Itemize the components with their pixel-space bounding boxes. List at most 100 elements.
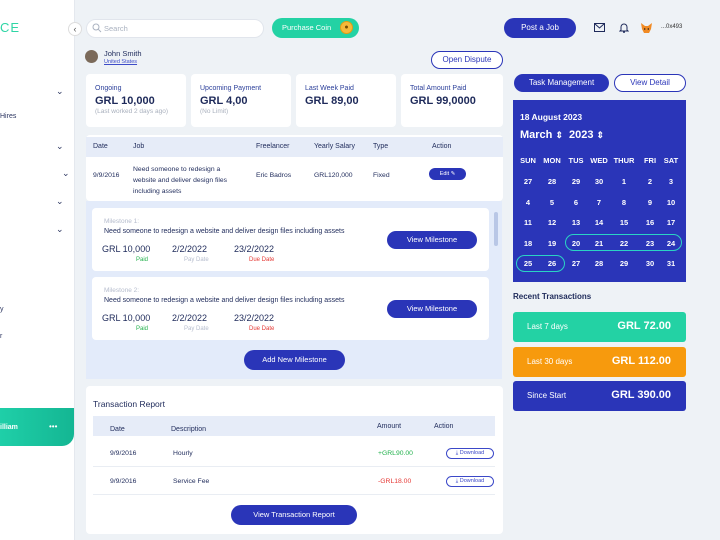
recent-card-7-days[interactable]: Last 7 days GRL 72.00	[513, 312, 686, 342]
due-date-label: Due Date	[249, 257, 275, 263]
calendar-day[interactable]: 4	[516, 198, 540, 207]
milestone-pay-date: 2/2/2022	[172, 313, 208, 323]
stat-value: GRL 4,00	[200, 95, 248, 107]
calendar-day[interactable]: 31	[659, 259, 683, 268]
purchase-coin-label: Purchase Coin	[282, 23, 332, 32]
view-milestone-button[interactable]: View Milestone	[387, 300, 477, 318]
calendar-day[interactable]: 5	[540, 198, 564, 207]
calendar-day[interactable]: 30	[587, 177, 611, 186]
pencil-icon: ✎	[450, 171, 456, 177]
user-name: illiam	[0, 424, 18, 431]
edit-button[interactable]: Edit ✎	[429, 168, 466, 180]
chevron-updown-icon: ⇕	[555, 130, 564, 140]
transaction-report-title: Transaction Report	[93, 399, 165, 409]
tx-description: Service Fee	[173, 478, 210, 485]
chevron-down-icon[interactable]: ⌄	[62, 168, 70, 179]
download-button[interactable]: ⤓ Download	[446, 476, 494, 487]
recent-card-30-days[interactable]: Last 30 days GRL 112.00	[513, 347, 686, 377]
calendar-day[interactable]: 12	[540, 218, 564, 227]
avatar	[85, 50, 98, 63]
calendar-day[interactable]: 15	[612, 218, 636, 227]
view-detail-button[interactable]: View Detail	[614, 74, 686, 92]
calendar-day[interactable]: 17	[659, 218, 683, 227]
calendar: 18 August 2023 March ⇕ 2023 ⇕ SUN MON TUS W…	[513, 100, 686, 282]
col-salary: Yearly Salary	[314, 143, 355, 150]
chevron-down-icon[interactable]: ⌄	[56, 86, 64, 97]
stat-label: Total Amount Paid	[410, 85, 467, 92]
milestone-amount: GRL 10,000	[102, 313, 151, 323]
calendar-day[interactable]: 3	[659, 177, 683, 186]
mail-icon[interactable]	[594, 23, 605, 32]
download-button[interactable]: ⤓ Download	[446, 448, 494, 459]
calendar-day[interactable]: 14	[587, 218, 611, 227]
calendar-day[interactable]: 13	[564, 218, 588, 227]
chevron-down-icon[interactable]: ⌄	[56, 141, 64, 152]
calendar-day[interactable]: 1	[612, 177, 636, 186]
calendar-day[interactable]: 29	[612, 259, 636, 268]
task-management-button[interactable]: Task Management	[514, 74, 609, 92]
view-transaction-report-button[interactable]: View Transaction Report	[231, 505, 357, 525]
table-row: 9/9/2016 Hourly +GRL90.00 ⤓ Download	[93, 442, 495, 467]
chevron-down-icon[interactable]: ⌄	[56, 224, 64, 235]
post-job-button[interactable]: Post a Job	[504, 18, 576, 38]
milestones-scrollbar[interactable]	[494, 212, 498, 246]
logo: CE	[0, 20, 21, 35]
search-icon	[92, 23, 102, 33]
calendar-month-select[interactable]: March ⇕	[520, 129, 563, 141]
milestone-title: Milestone 2:	[104, 287, 140, 294]
add-milestone-button[interactable]: Add New Milestone	[244, 350, 345, 370]
wallet-address[interactable]: ...0x493	[661, 24, 682, 30]
tx-date: 9/9/2016	[110, 478, 137, 485]
open-dispute-button[interactable]: Open Dispute	[431, 51, 503, 69]
milestone-card: Milestone 2: Need someone to redesign a …	[92, 277, 489, 340]
calendar-day[interactable]: 29	[564, 177, 588, 186]
recent-transactions-title: Recent Transactions	[513, 292, 592, 301]
chevron-down-icon[interactable]: ⌄	[56, 196, 64, 207]
stat-card-upcoming: Upcoming Payment GRL 4,00 (No Limit)	[191, 74, 291, 127]
col-action: Action	[434, 423, 454, 430]
date-range-highlight	[565, 234, 682, 251]
calendar-day[interactable]: 7	[587, 198, 611, 207]
view-milestone-button[interactable]: View Milestone	[387, 231, 477, 249]
calendar-day[interactable]: 19	[540, 239, 564, 248]
collapse-sidebar-icon[interactable]: ‹	[68, 22, 82, 36]
recent-amount: GRL 72.00	[617, 320, 671, 332]
more-icon[interactable]: •••	[49, 422, 57, 431]
calendar-day[interactable]: 27	[516, 177, 540, 186]
year-label: 2023	[569, 129, 594, 141]
calendar-day[interactable]: 6	[564, 198, 588, 207]
tx-description: Hourly	[173, 450, 193, 457]
sidebar-user-card[interactable]: illiam •••	[0, 408, 74, 446]
weekday-label: THUR	[613, 156, 635, 165]
recent-label: Since Start	[527, 391, 567, 400]
col-amount: Amount	[377, 423, 402, 430]
calendar-day[interactable]: 27	[564, 259, 588, 268]
edit-label: Edit	[439, 171, 450, 177]
recent-card-since-start[interactable]: Since Start GRL 390.00	[513, 381, 686, 411]
sidebar-item[interactable]: y	[0, 306, 4, 313]
purchase-coin-button[interactable]: Purchase Coin ●	[272, 18, 359, 38]
date-range-highlight	[516, 255, 565, 272]
calendar-day[interactable]: 10	[659, 198, 683, 207]
calendar-day[interactable]: 11	[516, 218, 540, 227]
due-date-label: Due Date	[249, 326, 275, 332]
sidebar-item-hires[interactable]: Hires	[0, 113, 16, 120]
metamask-fox-icon[interactable]	[640, 22, 653, 34]
search-input[interactable]: Search	[86, 19, 264, 38]
calendar-day[interactable]: 28	[540, 177, 564, 186]
calendar-year-select[interactable]: 2023 ⇕	[569, 129, 604, 141]
sidebar: CE Hires ⌄ ⌄ ⌄ ⌄ ⌄ y r illiam •••	[0, 0, 75, 540]
milestone-due-date: 23/2/2022	[234, 244, 275, 254]
bell-icon[interactable]	[619, 22, 629, 33]
stat-card-ongoing: Ongoing GRL 10,000 (Last worked 2 days a…	[86, 74, 186, 127]
search-placeholder: Search	[104, 24, 128, 33]
calendar-day[interactable]: 18	[516, 239, 540, 248]
row-type: Fixed	[373, 172, 390, 179]
sidebar-item[interactable]: r	[0, 333, 2, 340]
calendar-day[interactable]: 8	[612, 198, 636, 207]
freelancer-country-link[interactable]: United States	[104, 59, 137, 65]
milestone-due-date: 23/2/2022	[234, 313, 275, 323]
recent-label: Last 30 days	[527, 357, 573, 366]
calendar-day[interactable]: 28	[587, 259, 611, 268]
col-date: Date	[93, 143, 108, 150]
